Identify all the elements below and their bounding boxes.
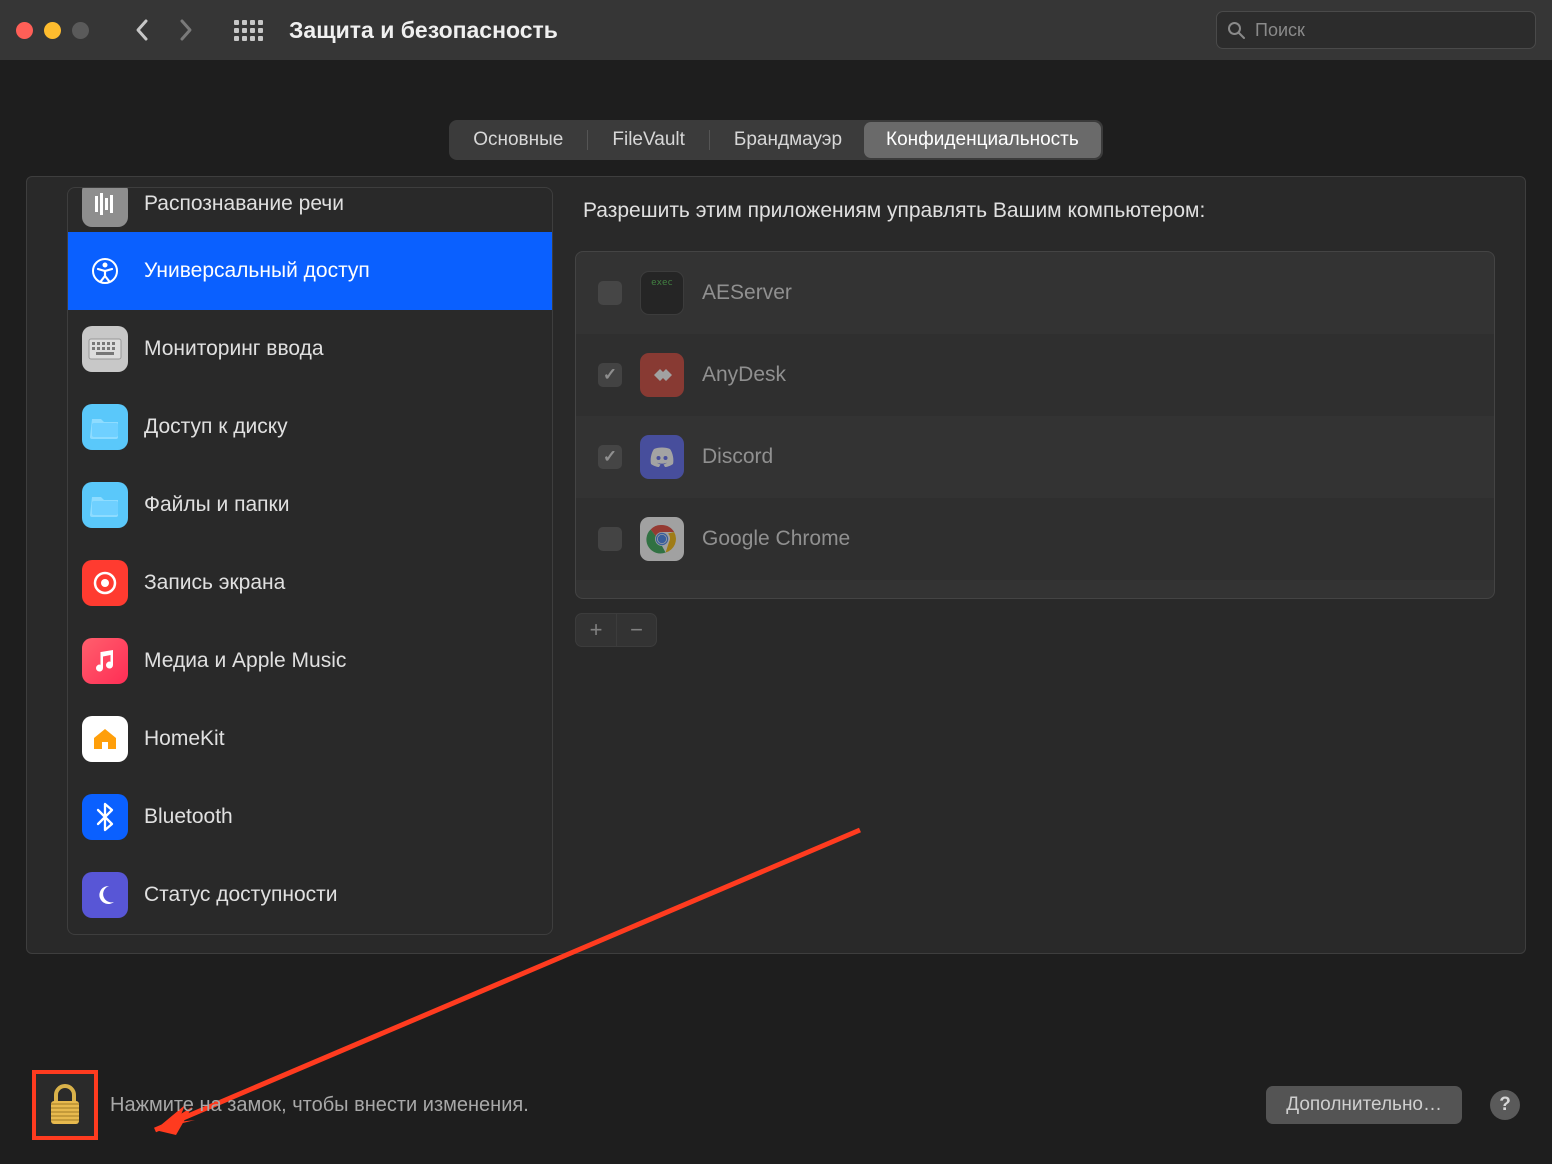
accessibility-icon: [82, 248, 128, 294]
sidebar-item-label: Файлы и папки: [144, 493, 289, 517]
zoom-window-button[interactable]: [72, 22, 89, 39]
search-icon: [1227, 21, 1245, 39]
tab-filevault[interactable]: FileVault: [590, 122, 707, 158]
privacy-panel: Распознавание речи Универсальный доступ …: [26, 176, 1526, 954]
sidebar-item-full-disk[interactable]: Доступ к диску: [68, 388, 552, 466]
sidebar-item-label: Доступ к диску: [144, 415, 288, 439]
remove-button[interactable]: −: [616, 614, 656, 646]
sidebar-item-label: Статус доступности: [144, 883, 338, 907]
terminal-icon: exec: [640, 271, 684, 315]
minimize-window-button[interactable]: [44, 22, 61, 39]
sidebar-item-speech[interactable]: Распознавание речи: [68, 187, 552, 232]
help-button[interactable]: ?: [1490, 1090, 1520, 1120]
chevron-left-icon: [134, 18, 150, 42]
sidebar-item-accessibility[interactable]: Универсальный доступ: [68, 232, 552, 310]
chrome-icon: [640, 517, 684, 561]
app-list[interactable]: exec AEServer AnyDesk Discord: [575, 251, 1495, 599]
discord-icon: [640, 435, 684, 479]
moon-icon: [82, 872, 128, 918]
bluetooth-icon: [82, 794, 128, 840]
tab-privacy[interactable]: Конфиденциальность: [864, 122, 1101, 158]
app-checkbox[interactable]: [598, 527, 622, 551]
content-header: Разрешить этим приложениям управлять Ваш…: [575, 199, 1495, 223]
app-name: Discord: [702, 445, 773, 469]
app-row[interactable]: Google Chrome: [576, 498, 1494, 580]
tab-general[interactable]: Основные: [451, 122, 585, 158]
search-input[interactable]: [1255, 20, 1525, 41]
chevron-right-icon: [178, 18, 194, 42]
sidebar-item-bluetooth[interactable]: Bluetooth: [68, 778, 552, 856]
sidebar-item-focus-status[interactable]: Статус доступности: [68, 856, 552, 934]
app-checkbox[interactable]: [598, 363, 622, 387]
app-row[interactable]: AnyDesk: [576, 334, 1494, 416]
app-row[interactable]: Discord: [576, 416, 1494, 498]
music-icon: [82, 638, 128, 684]
show-all-button[interactable]: [231, 13, 265, 47]
app-checkbox[interactable]: [598, 281, 622, 305]
sidebar-item-label: Медиа и Apple Music: [144, 649, 346, 673]
titlebar: Защита и безопасность: [0, 0, 1552, 60]
search-box[interactable]: [1216, 11, 1536, 49]
app-row[interactable]: exec AEServer: [576, 252, 1494, 334]
add-remove-buttons: + −: [575, 613, 657, 647]
tab-bar: Основные FileVault Брандмауэр Конфиденци…: [26, 120, 1526, 160]
privacy-content: Разрешить этим приложениям управлять Ваш…: [553, 177, 1525, 953]
lock-hint-text: Нажмите на замок, чтобы внести изменения…: [110, 1094, 529, 1117]
anydesk-icon: [640, 353, 684, 397]
privacy-sidebar[interactable]: Распознавание речи Универсальный доступ …: [67, 187, 553, 935]
sidebar-item-media[interactable]: Медиа и Apple Music: [68, 622, 552, 700]
sidebar-item-label: Универсальный доступ: [144, 259, 370, 283]
sidebar-item-label: Мониторинг ввода: [144, 337, 324, 361]
forward-button[interactable]: [169, 13, 203, 47]
folder-icon: [82, 482, 128, 528]
window-controls: [16, 22, 89, 39]
footer: Нажмите на замок, чтобы внести изменения…: [0, 1070, 1552, 1140]
speech-icon: [82, 187, 128, 227]
back-button[interactable]: [125, 13, 159, 47]
app-checkbox[interactable]: [598, 445, 622, 469]
sidebar-item-label: Bluetooth: [144, 805, 233, 829]
advanced-button[interactable]: Дополнительно…: [1266, 1086, 1462, 1124]
app-name: AnyDesk: [702, 363, 786, 387]
window-title: Защита и безопасность: [289, 17, 558, 44]
lock-icon: [46, 1083, 84, 1127]
folder-icon: [82, 404, 128, 450]
sidebar-item-label: Запись экрана: [144, 571, 285, 595]
keyboard-icon: [82, 326, 128, 372]
add-button[interactable]: +: [576, 614, 616, 646]
close-window-button[interactable]: [16, 22, 33, 39]
app-name: Google Chrome: [702, 527, 850, 551]
lock-button[interactable]: [32, 1070, 98, 1140]
sidebar-item-label: HomeKit: [144, 727, 225, 751]
record-icon: [82, 560, 128, 606]
sidebar-item-input-monitoring[interactable]: Мониторинг ввода: [68, 310, 552, 388]
tab-firewall[interactable]: Брандмауэр: [712, 122, 864, 158]
sidebar-item-homekit[interactable]: HomeKit: [68, 700, 552, 778]
sidebar-item-screen-recording[interactable]: Запись экрана: [68, 544, 552, 622]
home-icon: [82, 716, 128, 762]
sidebar-item-label: Распознавание речи: [144, 192, 344, 216]
sidebar-item-files-folders[interactable]: Файлы и папки: [68, 466, 552, 544]
app-name: AEServer: [702, 281, 792, 305]
